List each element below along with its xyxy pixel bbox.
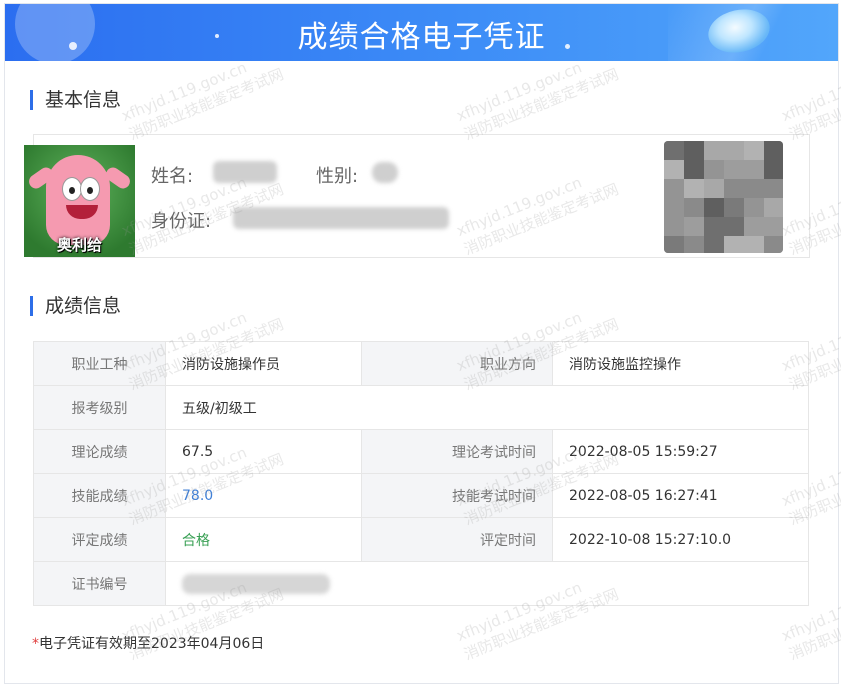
assessment-time-value: 2022-10-08 15:27:10.0 — [552, 517, 809, 562]
validity-note: *电子凭证有效期至2023年04月06日 — [32, 633, 264, 653]
final-result-label: 评定成绩 — [33, 517, 166, 562]
gender-label: 性别: — [316, 166, 359, 187]
skill-score-value: 78.0 — [165, 473, 362, 518]
exam-level-value: 五级/初级工 — [165, 385, 809, 430]
name-value-redacted — [213, 161, 277, 183]
skill-exam-time-label: 技能考试时间 — [361, 473, 553, 518]
basic-info-heading: 基本信息 — [30, 90, 121, 110]
id-value-redacted — [233, 207, 449, 229]
theory-exam-time-label: 理论考试时间 — [361, 429, 553, 474]
job-type-value: 消防设施操作员 — [165, 341, 362, 386]
table-row: 理论成绩 67.5 理论考试时间 2022-08-05 15:59:27 — [33, 429, 809, 474]
final-result-value: 合格 — [165, 517, 362, 562]
table-row: 技能成绩 78.0 技能考试时间 2022-08-05 16:27:41 — [33, 473, 809, 518]
exam-level-label: 报考级别 — [33, 385, 166, 430]
name-label: 姓名: — [151, 166, 194, 187]
validity-text: 电子凭证有效期至2023年04月06日 — [39, 636, 265, 652]
required-star: * — [32, 636, 39, 652]
certificate-number-redacted — [182, 573, 330, 594]
table-row: 报考级别 五级/初级工 — [33, 385, 809, 430]
theory-exam-time-value: 2022-08-05 15:59:27 — [552, 429, 809, 474]
theory-score-label: 理论成绩 — [33, 429, 166, 474]
certificate-number-value — [165, 561, 809, 606]
score-table: 职业工种 消防设施操作员 职业方向 消防设施监控操作 报考级别 五级/初级工 理… — [33, 341, 809, 606]
id-label: 身份证: — [151, 211, 212, 232]
avatar-caption: 奥利给 — [56, 236, 102, 254]
job-type-label: 职业工种 — [33, 341, 166, 386]
score-info-heading: 成绩信息 — [30, 296, 121, 316]
gender-value-redacted — [372, 162, 398, 183]
table-row: 评定成绩 合格 评定时间 2022-10-08 15:27:10.0 — [33, 517, 809, 562]
id-photo-redacted — [664, 141, 783, 253]
skill-score-label: 技能成绩 — [33, 473, 166, 518]
assessment-time-label: 评定时间 — [361, 517, 553, 562]
theory-score-value: 67.5 — [165, 429, 362, 474]
job-direction-value: 消防设施监控操作 — [552, 341, 809, 386]
table-row: 证书编号 — [33, 561, 809, 606]
avatar: 奥利给 — [24, 145, 135, 257]
skill-exam-time-value: 2022-08-05 16:27:41 — [552, 473, 809, 518]
table-row: 职业工种 消防设施操作员 职业方向 消防设施监控操作 — [33, 341, 809, 386]
certificate-number-label: 证书编号 — [33, 561, 166, 606]
header-banner: 成绩合格电子凭证 — [5, 4, 838, 61]
job-direction-label: 职业方向 — [361, 341, 553, 386]
page-title: 成绩合格电子凭证 — [297, 20, 546, 55]
